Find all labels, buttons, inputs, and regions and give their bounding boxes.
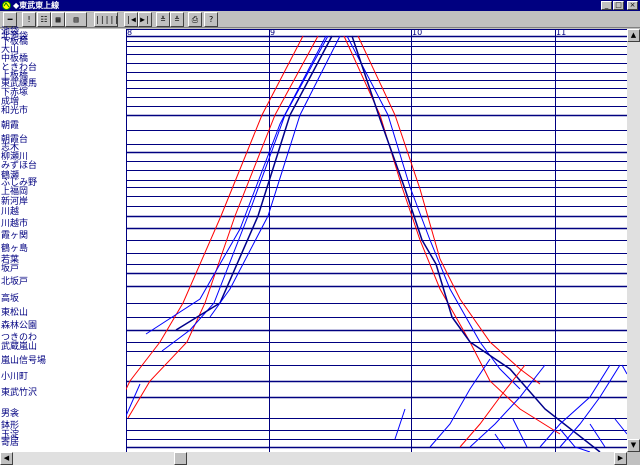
minimize-button[interactable]: _ (601, 1, 612, 10)
toolbar-scroll-down-button[interactable]: ≙ (170, 12, 184, 27)
station-label: 東松山 (1, 308, 29, 318)
station-label: みずほ台 (1, 161, 38, 171)
toolbar-timetable-button[interactable]: ▥ (65, 12, 87, 27)
horizontal-scroll-thumb[interactable] (174, 452, 187, 465)
app-icon[interactable] (2, 1, 11, 10)
station-label: 新河岸 (1, 197, 29, 207)
hour-label-11: 11 (556, 28, 567, 37)
print-button[interactable]: ⎙ (188, 12, 202, 27)
station-label: 鶴ヶ島 (1, 244, 29, 254)
station-label: 男衾 (1, 409, 20, 419)
station-list: 池袋 北池袋 下板橋 大山 中板橋 ときわ台 上板橋 東武練馬 下赤塚 成増 和光市 朝霞 朝霞台 志木柳… (0, 28, 126, 452)
station-label: 上福岡 (1, 187, 29, 197)
toolbar-last-button[interactable]: ▶| (138, 12, 152, 27)
scroll-down-arrow-icon[interactable]: ▼ (627, 439, 640, 452)
close-button[interactable]: × (627, 1, 638, 10)
station-label: 高坂 (1, 294, 20, 304)
scroll-right-arrow-icon[interactable]: ▶ (614, 452, 627, 465)
scroll-up-arrow-icon[interactable]: ▲ (627, 29, 640, 42)
horizontal-scrollbar[interactable]: ◀ ▶ (0, 452, 627, 465)
toolbar-list-button[interactable]: ☷ (37, 12, 51, 27)
toolbar-diagram-button[interactable]: ▦ (51, 12, 65, 27)
station-label: 森林公園 (1, 321, 38, 331)
maximize-button[interactable]: □ (613, 1, 624, 10)
hour-label-8: 8 (127, 28, 133, 37)
station-label: 霞ヶ関 (1, 231, 29, 241)
station-label: 東武竹沢 (1, 388, 38, 398)
toolbar-info-button[interactable]: ! (22, 12, 36, 27)
scrollbar-corner (627, 452, 640, 465)
station-label: 川越 (1, 207, 20, 217)
station-label: 寄居 (1, 438, 20, 448)
toolbar: ━ ! ☷ ▦ ▥ ||||| |◀ ▶| ≚ ≙ ⎙ ? (0, 11, 640, 28)
station-label: 北坂戸 (1, 277, 29, 287)
window-title: ◆東武東上線 (13, 1, 60, 10)
station-label: 嵐山信号場 (1, 356, 47, 366)
toolbar-scroll-up-button[interactable]: ≚ (156, 12, 170, 27)
hour-label-10: 10 (412, 28, 423, 37)
station-label: 小川町 (1, 372, 29, 382)
vertical-scrollbar[interactable]: ▲ ▼ (627, 29, 640, 452)
station-label: 武蔵嵐山 (1, 342, 38, 352)
toolbar-menu-button[interactable]: ━ (3, 12, 17, 27)
toolbar-first-button[interactable]: |◀ (124, 12, 138, 27)
help-button[interactable]: ? (204, 12, 218, 27)
station-label: 川越市 (1, 219, 29, 229)
station-label: 朝霞 (1, 121, 20, 131)
station-label: 和光市 (1, 106, 29, 116)
toolbar-barcode-button[interactable]: ||||| (94, 12, 118, 27)
hour-label-9: 9 (270, 28, 276, 37)
scroll-left-arrow-icon[interactable]: ◀ (0, 452, 13, 465)
station-label: 坂戸 (1, 264, 20, 274)
title-bar: ◆東武東上線 _ □ × (0, 0, 640, 11)
